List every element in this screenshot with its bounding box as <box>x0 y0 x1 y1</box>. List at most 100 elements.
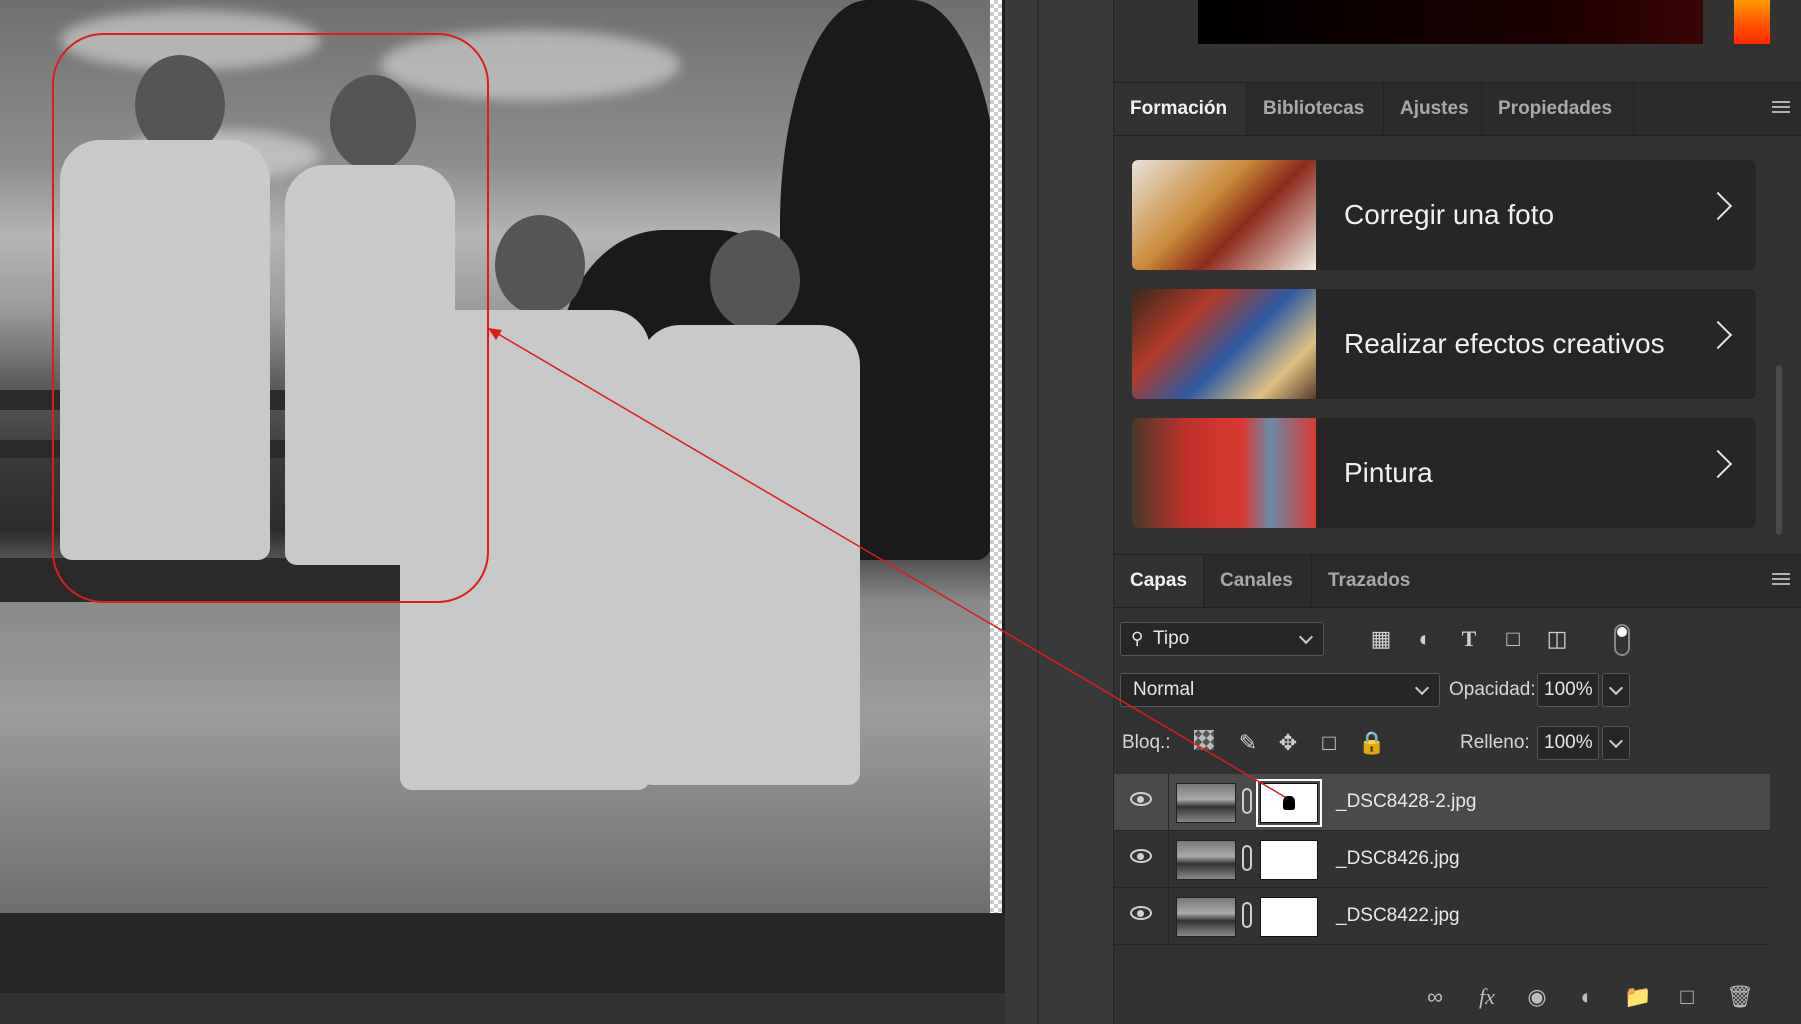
eye-column-divider <box>1168 774 1169 830</box>
fill-field[interactable]: 100% <box>1537 726 1599 760</box>
search-icon: ⚲ <box>1131 629 1144 648</box>
layer-filter-row: ⚲ Tipo ▦ ◐ T □ ◫ <box>1114 622 1801 662</box>
layers-tabbar: Capas Canales Trazados <box>1114 554 1801 608</box>
fx-icon[interactable]: fx <box>1474 984 1500 1010</box>
layer-name[interactable]: _DSC8428-2.jpg <box>1336 774 1476 830</box>
chevron-down-icon <box>1608 680 1624 696</box>
lock-fill-row: Bloq.: ✎ ✥ □ 🔒 Relleno: 100% <box>1114 726 1801 766</box>
add-mask-icon[interactable]: ◉ <box>1524 984 1550 1010</box>
lock-all-icon[interactable]: 🔒 <box>1358 730 1385 756</box>
opacity-label: Opacidad: <box>1449 679 1536 700</box>
learn-card-efectos[interactable]: Realizar efectos creativos <box>1132 289 1756 399</box>
trash-icon[interactable]: 🗑 <box>1726 984 1754 1010</box>
layer-thumbnail[interactable] <box>1176 897 1236 937</box>
blend-mode-select[interactable]: Normal <box>1120 673 1440 707</box>
layer-name[interactable]: _DSC8422.jpg <box>1336 888 1460 944</box>
tab-canales[interactable]: Canales <box>1204 555 1312 607</box>
document-canvas[interactable] <box>0 0 1005 1024</box>
child-head <box>330 75 416 171</box>
child-figure <box>60 140 270 560</box>
lock-transparent-pixels-icon[interactable] <box>1194 730 1214 750</box>
layer-mask-thumbnail[interactable] <box>1260 840 1318 880</box>
layer-filter-select[interactable]: ⚲ Tipo <box>1120 622 1324 656</box>
link-icon[interactable] <box>1242 845 1252 871</box>
eye-column-divider <box>1168 831 1169 887</box>
toggle-knob <box>1617 627 1627 637</box>
cloud-shape <box>380 30 680 100</box>
tab-propiedades[interactable]: Propiedades <box>1482 83 1634 135</box>
link-layers-icon[interactable]: ∞ <box>1422 984 1448 1010</box>
panel-gutter <box>1005 0 1113 1024</box>
photo-canvas[interactable] <box>0 0 1000 913</box>
smart-object-filter-icon[interactable]: ◫ <box>1544 626 1570 652</box>
learn-card-pintura[interactable]: Pintura <box>1132 418 1756 528</box>
layer-row[interactable]: _DSC8426.jpg <box>1114 831 1770 888</box>
hue-slider[interactable] <box>1734 0 1770 44</box>
new-layer-icon[interactable]: □ <box>1674 984 1700 1010</box>
layer-mask-thumbnail[interactable] <box>1260 897 1318 937</box>
link-icon[interactable] <box>1242 902 1252 928</box>
right-panel-dock: Formación Bibliotecas Ajustes Propiedade… <box>1113 0 1801 1024</box>
chevron-right-icon <box>1703 191 1733 221</box>
chevron-right-icon <box>1703 449 1733 479</box>
layer-thumbnail[interactable] <box>1176 840 1236 880</box>
lock-artboard-icon[interactable]: □ <box>1316 730 1342 756</box>
tab-formacion[interactable]: Formación <box>1114 83 1247 135</box>
color-field[interactable] <box>1198 0 1703 44</box>
opacity-field[interactable]: 100% <box>1537 673 1599 707</box>
lock-image-pixels-icon[interactable]: ✎ <box>1235 730 1261 756</box>
learn-card-label: Corregir una foto <box>1344 199 1555 230</box>
tab-capas[interactable]: Capas <box>1114 555 1204 607</box>
eye-icon[interactable] <box>1130 906 1152 920</box>
shape-filter-icon[interactable]: □ <box>1500 626 1526 652</box>
learn-scrollbar[interactable] <box>1776 365 1782 535</box>
canvas-pasteboard <box>0 913 1005 993</box>
type-filter-icon[interactable]: T <box>1456 626 1482 652</box>
panel-menu-icon[interactable] <box>1772 101 1790 115</box>
learn-card-thumbnail <box>1132 160 1316 270</box>
layer-mask-thumbnail[interactable] <box>1256 779 1322 827</box>
opacity-value: 100% <box>1544 679 1593 700</box>
chevron-right-icon <box>1703 320 1733 350</box>
learn-card-corregir[interactable]: Corregir una foto <box>1132 160 1756 270</box>
blend-mode-value: Normal <box>1133 679 1195 700</box>
child-head <box>710 230 800 330</box>
lock-position-icon[interactable]: ✥ <box>1275 730 1301 756</box>
gutter-divider <box>1037 0 1039 1024</box>
status-bar <box>0 993 1005 1024</box>
layer-name[interactable]: _DSC8426.jpg <box>1336 831 1460 887</box>
tab-ajustes[interactable]: Ajustes <box>1384 83 1482 135</box>
learn-card-thumbnail <box>1132 418 1316 528</box>
learn-card-label: Pintura <box>1344 457 1433 488</box>
layer-row[interactable]: _DSC8422.jpg <box>1114 888 1770 945</box>
image-filter-icon[interactable]: ▦ <box>1368 626 1394 652</box>
learn-card-thumbnail <box>1132 289 1316 399</box>
child-head <box>495 215 585 315</box>
layers-bottom-bar: ∞ fx ◉ ◐ 📁 □ 🗑 <box>1114 970 1801 1024</box>
tab-trazados[interactable]: Trazados <box>1312 555 1426 607</box>
tab-bibliotecas[interactable]: Bibliotecas <box>1247 83 1384 135</box>
fill-value: 100% <box>1544 732 1593 753</box>
adjustment-filter-icon[interactable]: ◐ <box>1412 626 1438 652</box>
layer-row[interactable]: _DSC8428-2.jpg <box>1114 774 1770 831</box>
filter-toggle[interactable] <box>1614 624 1630 656</box>
fill-dropdown[interactable] <box>1602 726 1630 760</box>
layer-filter-label: Tipo <box>1153 628 1190 649</box>
layer-thumbnail[interactable] <box>1176 783 1236 823</box>
learn-card-label: Realizar efectos creativos <box>1344 328 1665 359</box>
chevron-down-icon <box>1298 629 1314 645</box>
new-group-icon[interactable]: 📁 <box>1624 984 1651 1010</box>
chevron-down-icon <box>1608 733 1624 749</box>
color-picker-panel <box>1114 0 1801 80</box>
eye-icon[interactable] <box>1130 792 1152 806</box>
opacity-dropdown[interactable] <box>1602 673 1630 707</box>
lock-label: Bloq.: <box>1122 732 1171 753</box>
adjustment-layer-icon[interactable]: ◐ <box>1574 984 1600 1010</box>
mask-silhouette <box>1283 796 1295 810</box>
link-icon[interactable] <box>1242 788 1252 814</box>
chevron-down-icon <box>1414 680 1430 696</box>
transparency-edge <box>990 0 1002 913</box>
blend-opacity-row: Normal Opacidad: 100% <box>1114 673 1801 713</box>
eye-icon[interactable] <box>1130 849 1152 863</box>
panel-menu-icon[interactable] <box>1772 573 1790 587</box>
